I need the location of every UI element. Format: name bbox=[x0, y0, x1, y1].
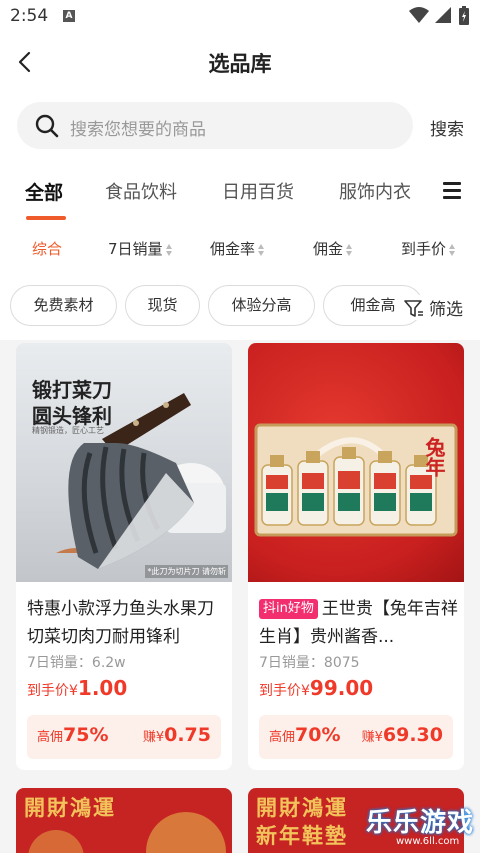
sort-label: 佣金 bbox=[313, 240, 344, 258]
earn-label: 赚¥ bbox=[361, 730, 383, 745]
page-title: 选品库 bbox=[208, 52, 272, 76]
price-label: 到手价¥ bbox=[27, 683, 78, 699]
product-name: 特惠小款浮力鱼头水果刀切菜切肉刀耐用锋利 bbox=[27, 599, 214, 647]
product-image: 锻打菜刀 圆头锋利 精钢锻造，匠心工艺 *此刀为切片刀 请勿斩 bbox=[16, 343, 232, 582]
product-sales: 7日销量：6.2w bbox=[27, 655, 126, 671]
chip-high-score[interactable]: 体验分高 bbox=[208, 285, 315, 326]
earn-value: 0.75 bbox=[164, 724, 211, 746]
watermark-url: www.6ll.com bbox=[396, 836, 460, 847]
sort-label: 综合 bbox=[32, 240, 63, 258]
product-badge: 抖in好物 bbox=[259, 599, 318, 619]
commission-rate-value: 70% bbox=[295, 724, 341, 746]
image-headline: 開財鴻運 新年鞋墊 bbox=[256, 796, 348, 848]
status-time: 2:54 bbox=[10, 6, 49, 26]
image-note: *此刀为切片刀 请勿斩 bbox=[145, 565, 228, 578]
filter-button[interactable]: 筛选 bbox=[400, 295, 463, 320]
earn-label: 赚¥ bbox=[142, 730, 165, 745]
product-price: 到手价¥99.00 bbox=[259, 676, 373, 700]
status-bar: 2:54 A bbox=[0, 0, 480, 34]
earn-value: 69.30 bbox=[382, 724, 443, 746]
product-name: 抖in好物 王世贵【兔年吉祥生肖】贵州酱香... bbox=[259, 595, 459, 651]
tab-daily-goods[interactable]: 日用百货 bbox=[222, 178, 294, 204]
sort-label: 7日销量 bbox=[108, 240, 163, 258]
product-image: 兔年 bbox=[248, 343, 464, 582]
tab-apparel[interactable]: 服饰内衣 bbox=[339, 178, 411, 204]
commission-rate: 高佣70% bbox=[269, 724, 341, 746]
image-headline: 兔年 bbox=[422, 437, 446, 477]
earn-amount: 赚¥69.30 bbox=[362, 724, 443, 746]
commission-label: 高佣 bbox=[269, 730, 296, 745]
search-button[interactable]: 搜索 bbox=[430, 115, 464, 140]
sort-final-price[interactable]: 到手价 bbox=[401, 238, 456, 259]
battery-icon bbox=[459, 6, 469, 25]
sort-arrows-icon bbox=[165, 243, 173, 256]
sort-commission[interactable]: 佣金 bbox=[313, 238, 353, 259]
product-sales: 7日销量：8075 bbox=[259, 655, 360, 671]
sort-commission-rate[interactable]: 佣金率 bbox=[210, 238, 265, 259]
tab-all[interactable]: 全部 bbox=[25, 178, 63, 205]
sort-arrows-icon bbox=[258, 243, 265, 256]
filter-label: 筛选 bbox=[429, 300, 463, 320]
sort-bar: 综合 7日销量 佣金率 佣金 到手价 bbox=[0, 232, 480, 266]
product-card[interactable]: 兔年 抖in好物 王世贵【兔年吉祥生肖】贵州酱香... 7日销量：8075 到手价… bbox=[248, 343, 464, 770]
sort-arrows-icon bbox=[449, 243, 456, 256]
product-price: 到手价¥1.00 bbox=[27, 676, 127, 700]
price-value: 1.00 bbox=[77, 676, 128, 700]
wifi-icon bbox=[409, 7, 429, 23]
signal-icon bbox=[435, 7, 451, 23]
filter-icon bbox=[404, 300, 423, 317]
sort-label: 佣金率 bbox=[210, 240, 256, 258]
notification-a-icon: A bbox=[63, 10, 75, 22]
menu-icon[interactable] bbox=[443, 182, 461, 199]
price-value: 99.00 bbox=[309, 676, 374, 700]
commission-label: 高佣 bbox=[37, 730, 64, 745]
commission-rate: 高佣75% bbox=[37, 724, 109, 746]
sort-arrows-icon bbox=[346, 243, 353, 256]
commission-box: 高佣70% 赚¥69.30 bbox=[259, 715, 453, 759]
category-tabs: 全部 食品饮料 日用百货 服饰内衣 bbox=[0, 172, 480, 222]
search-icon bbox=[35, 114, 59, 138]
price-label: 到手价¥ bbox=[259, 683, 310, 699]
image-headline: 锻打菜刀 圆头锋利 bbox=[32, 378, 112, 428]
image-subline: 精钢锻造，匠心工艺 bbox=[32, 426, 104, 435]
commission-rate-value: 75% bbox=[63, 724, 109, 746]
tab-food-drinks[interactable]: 食品饮料 bbox=[105, 178, 177, 204]
filter-chips: 免费素材 现货 体验分高 佣金高 筛选 bbox=[0, 285, 480, 327]
product-card[interactable]: 開財鴻運 bbox=[16, 788, 232, 853]
watermark-title: 乐乐游戏 bbox=[366, 808, 475, 838]
active-tab-indicator bbox=[26, 216, 66, 220]
nav-bar: 选品库 bbox=[0, 38, 480, 86]
sort-comprehensive[interactable]: 综合 bbox=[32, 238, 62, 259]
search-placeholder: 搜索您想要的商品 bbox=[70, 120, 206, 140]
search-input[interactable]: 搜索您想要的商品 bbox=[17, 102, 413, 149]
watermark: 乐乐游戏 www.6ll.com bbox=[356, 800, 480, 853]
earn-amount: 赚¥0.75 bbox=[143, 724, 211, 746]
sort-7day-sales[interactable]: 7日销量 bbox=[108, 238, 173, 259]
commission-box: 高佣75% 赚¥0.75 bbox=[27, 715, 221, 759]
sort-label: 到手价 bbox=[401, 240, 447, 258]
product-card[interactable]: 锻打菜刀 圆头锋利 精钢锻造，匠心工艺 *此刀为切片刀 请勿斩 特惠小款浮力鱼头… bbox=[16, 343, 232, 770]
chip-free-material[interactable]: 免费素材 bbox=[10, 285, 117, 326]
image-headline: 開財鴻運 bbox=[24, 796, 116, 820]
chip-in-stock[interactable]: 现货 bbox=[125, 285, 200, 326]
